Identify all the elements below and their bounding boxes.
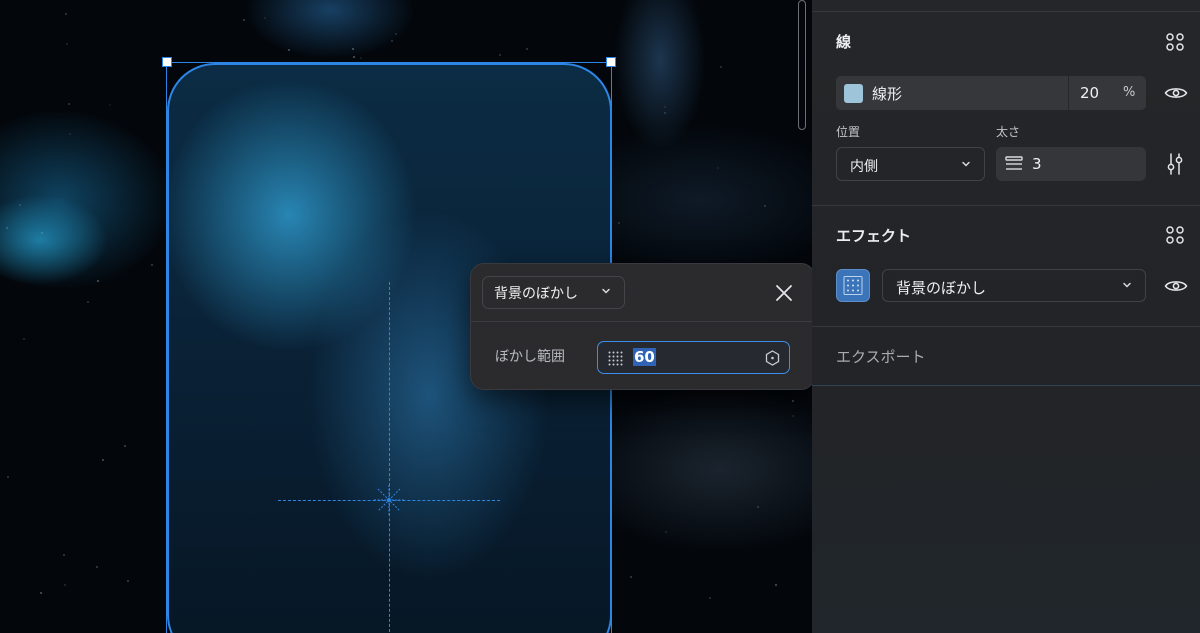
stroke-width-icon [1005, 156, 1023, 170]
effect-section-title: エフェクト [836, 227, 912, 245]
background-speck [717, 166, 719, 169]
background-speck [6, 476, 9, 479]
vertical-center-guide [389, 282, 390, 633]
background-speck [664, 112, 667, 115]
divider [812, 326, 1200, 327]
center-point-icon [374, 485, 404, 515]
background-speck [360, 56, 363, 59]
chevron-down-icon [962, 161, 970, 167]
position-label: 位置 [836, 125, 861, 139]
effect-type-dropdown[interactable]: 背景のぼかし [482, 276, 625, 309]
eye-icon[interactable] [1164, 85, 1188, 101]
four-dots-icon[interactable] [1164, 31, 1186, 53]
background-speck [63, 583, 66, 586]
divider [1068, 76, 1069, 110]
export-section-title[interactable]: エクスポート [836, 346, 926, 367]
background-speck [791, 400, 794, 403]
background-speck [62, 553, 65, 556]
background-speck [774, 583, 777, 586]
background-speck [664, 531, 667, 534]
grid-dots-icon [843, 276, 863, 295]
background-speck [709, 597, 712, 600]
background-speck [764, 204, 767, 207]
divider [812, 205, 1200, 206]
chevron-down-icon [1123, 282, 1131, 288]
blur-radius-value[interactable]: 60 [633, 348, 656, 366]
background-speck [66, 43, 69, 46]
divider [471, 321, 814, 322]
background-speck [352, 56, 355, 59]
background-speck [499, 54, 502, 57]
background-speck [720, 66, 723, 69]
background-speck [352, 47, 355, 50]
background-speck [243, 18, 246, 21]
inspector-panel: 線 線形 20 % 位置 太さ 内側 3 エフェクト 背景のぼかし エクスポート [812, 0, 1200, 633]
background-speck [151, 264, 154, 267]
stroke-fill-field[interactable]: 線形 20 % [836, 76, 1146, 110]
background-speck [629, 576, 632, 579]
background-speck [264, 17, 267, 20]
stroke-opacity-unit: % [1123, 85, 1136, 100]
background-speck [87, 301, 90, 304]
resize-handle-top-right[interactable] [606, 57, 616, 67]
eye-icon[interactable] [1164, 278, 1188, 294]
background-speck [19, 203, 22, 206]
effect-type-dropdown[interactable]: 背景のぼかし [882, 269, 1146, 302]
divider [812, 385, 1200, 386]
hexagon-icon[interactable] [765, 350, 780, 366]
four-dots-icon[interactable] [1164, 224, 1186, 246]
effect-type-value: 背景のぼかし [896, 279, 987, 297]
chevron-down-icon [602, 288, 610, 294]
background-speck [68, 132, 71, 135]
background-speck [123, 445, 126, 448]
scrollbar[interactable] [798, 0, 806, 130]
stroke-position-value: 内側 [850, 159, 878, 175]
background-speck [68, 102, 71, 105]
background-speck [390, 40, 393, 43]
effect-type-label: 背景のぼかし [494, 285, 578, 302]
close-icon[interactable] [772, 281, 796, 305]
background-speck [127, 579, 130, 582]
stroke-color-swatch[interactable] [844, 84, 863, 103]
stroke-fill-type: 線形 [872, 85, 903, 103]
grid-dots-icon [608, 351, 623, 366]
effect-popover: 背景のぼかし ぼかし範囲 60 [470, 263, 815, 390]
background-speck [109, 103, 112, 106]
width-label: 太さ [996, 125, 1021, 139]
stroke-position-dropdown[interactable]: 内側 [836, 147, 985, 181]
resize-handle-top-left[interactable] [162, 57, 172, 67]
background-speck [395, 32, 398, 35]
background-speck [792, 415, 795, 418]
background-speck [525, 48, 528, 51]
background-speck [5, 226, 8, 229]
stroke-width-value: 3 [1032, 155, 1042, 173]
divider [812, 11, 1200, 12]
background-speck [618, 221, 621, 224]
blur-radius-label: ぼかし範囲 [495, 349, 565, 365]
background-speck [41, 232, 44, 235]
background-speck [756, 505, 759, 508]
stroke-section-title: 線 [836, 33, 852, 51]
background-speck [65, 13, 68, 16]
background-speck [96, 566, 99, 569]
background-speck [96, 279, 99, 282]
effect-settings-button[interactable] [836, 269, 870, 302]
background-speck [23, 338, 26, 341]
blur-radius-input[interactable]: 60 [597, 341, 790, 374]
background-speck [40, 591, 43, 594]
stroke-width-input[interactable]: 3 [996, 147, 1146, 181]
sliders-icon[interactable] [1164, 152, 1186, 176]
stroke-opacity-value[interactable]: 20 [1080, 84, 1099, 102]
background-speck [287, 48, 290, 51]
background-speck [101, 458, 104, 461]
background-speck [664, 106, 667, 109]
